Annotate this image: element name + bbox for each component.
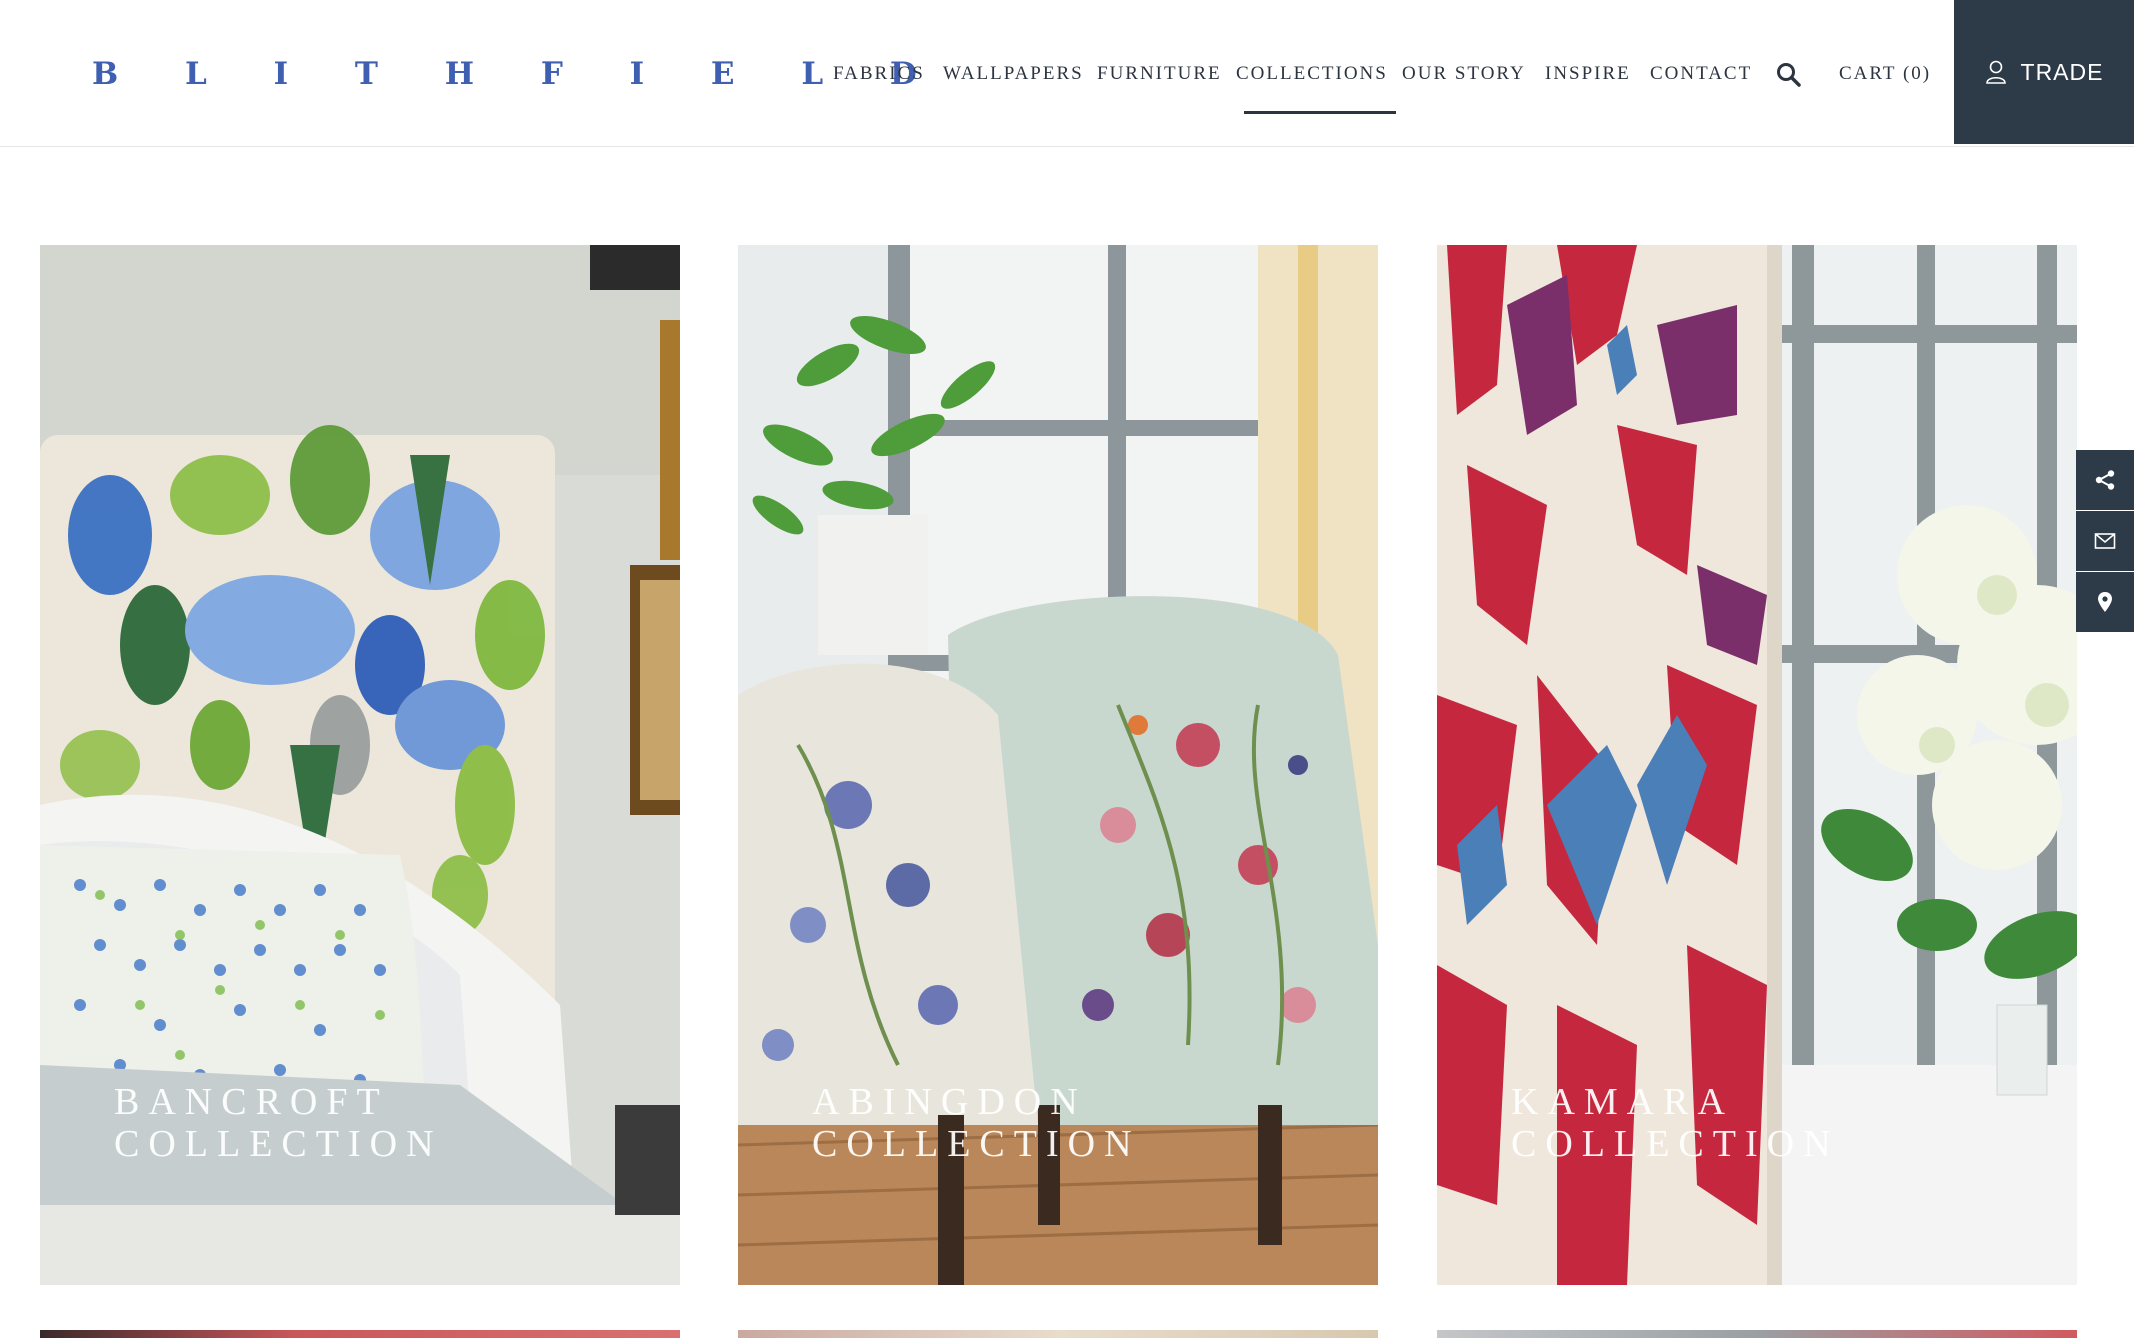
cart-link[interactable]: CART (0) [1839, 63, 1931, 85]
site-header: B L I T H F I E L D FABRICS WALLPAPERS F… [0, 0, 2134, 147]
search-icon[interactable] [1776, 62, 1802, 88]
collection-card-abingdon[interactable]: ABINGDON COLLECTION [738, 245, 1378, 1285]
main-nav: FABRICS WALLPAPERS FURNITURE COLLECTIONS… [0, 0, 2134, 146]
nav-item-fabrics[interactable]: FABRICS [833, 63, 925, 85]
user-icon [1985, 60, 2006, 84]
collection-card-peek[interactable] [738, 1330, 1378, 1338]
collection-card-bancroft[interactable]: BANCROFT COLLECTION [40, 245, 680, 1285]
share-icon [2095, 470, 2115, 490]
collection-title-kamara: KAMARA COLLECTION [1511, 1081, 1840, 1165]
collection-card-peek[interactable] [1437, 1330, 2077, 1338]
collection-title-abingdon: ABINGDON COLLECTION [812, 1081, 1141, 1165]
trade-label: TRADE [2020, 58, 2104, 85]
collection-title-bancroft: BANCROFT COLLECTION [114, 1081, 443, 1165]
email-button[interactable] [2076, 511, 2134, 571]
mail-icon [2094, 533, 2116, 549]
map-pin-icon [2098, 592, 2112, 612]
nav-item-inspire[interactable]: INSPIRE [1545, 63, 1631, 85]
location-button[interactable] [2076, 572, 2134, 632]
side-dock [2076, 450, 2134, 633]
nav-item-furniture[interactable]: FURNITURE [1097, 63, 1222, 85]
nav-item-wallpapers[interactable]: WALLPAPERS [943, 63, 1084, 85]
nav-item-our-story[interactable]: OUR STORY [1402, 63, 1526, 85]
collection-card-kamara[interactable]: KAMARA COLLECTION [1437, 245, 2077, 1285]
nav-item-contact[interactable]: CONTACT [1650, 63, 1752, 85]
share-button[interactable] [2076, 450, 2134, 510]
trade-button[interactable]: TRADE [1954, 0, 2134, 144]
collection-card-peek[interactable] [40, 1330, 680, 1338]
nav-item-collections[interactable]: COLLECTIONS [1236, 63, 1396, 114]
